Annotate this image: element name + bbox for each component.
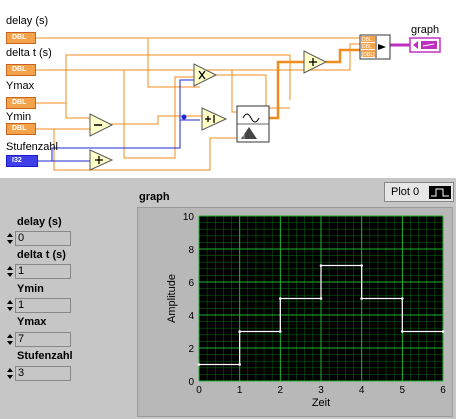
data-point [279, 330, 282, 333]
x-axis-label: Zeit [312, 397, 330, 409]
multiply-node[interactable] [193, 63, 218, 87]
add-node-2[interactable] [303, 50, 328, 74]
svg-text:DBL: DBL [362, 37, 372, 43]
numeric-field[interactable]: 1 [15, 264, 71, 279]
x-tick-label: 5 [400, 385, 406, 396]
control-label-ymin: Ymin [17, 283, 44, 295]
data-point [319, 264, 323, 267]
spin-arrows-icon[interactable] [6, 366, 14, 381]
label-graph-indicator: graph [411, 24, 440, 36]
svg-text:[DBL]: [DBL] [362, 52, 375, 58]
x-tick-label: 1 [237, 385, 243, 396]
y-tick-label: 0 [188, 377, 194, 388]
plot-legend-label: Plot 0 [391, 186, 420, 198]
spin-arrows-icon[interactable] [6, 264, 14, 279]
data-point [238, 330, 241, 333]
y-tick-label: 10 [183, 212, 195, 223]
increment-node[interactable] [201, 107, 228, 131]
data-point [238, 363, 241, 366]
waveform-graph[interactable]: 0 1 2 3 4 5 6 0 2 4 6 8 10 Zeit Amplitude [137, 207, 453, 417]
x-tick-label: 4 [359, 385, 365, 396]
y-tick-label: 2 [188, 344, 194, 355]
data-point [401, 330, 404, 333]
graph-terminal[interactable] [409, 37, 441, 53]
y-tick-label: 6 [188, 278, 194, 289]
spin-arrows-icon[interactable] [6, 298, 14, 313]
data-point [197, 363, 201, 366]
numeric-field[interactable]: 7 [15, 332, 71, 347]
add-node[interactable] [89, 149, 114, 171]
block-diagram: delay (s) DBL delta t (s) DBL Ymax DBL Y… [0, 0, 456, 178]
svg-text:DBL: DBL [362, 44, 372, 50]
numeric-field[interactable]: 0 [15, 231, 71, 246]
x-tick-label: 2 [278, 385, 284, 396]
x-tick-label: 6 [440, 385, 446, 396]
control-label-delta-t: delta t (s) [17, 249, 66, 261]
control-label-ymax: Ymax [17, 316, 47, 328]
bundle-node[interactable]: DBL DBL [DBL] [359, 34, 391, 60]
graph-label: graph [139, 191, 170, 203]
y-axis-label: Amplitude [166, 274, 178, 323]
data-point [401, 297, 404, 300]
waveform-generator-vi[interactable] [236, 105, 270, 143]
data-point [441, 330, 445, 333]
y-tick-label: 8 [188, 245, 194, 256]
x-tick-label: 3 [318, 385, 324, 396]
y-tick-label: 4 [188, 311, 194, 322]
control-label-stufenzahl: Stufenzahl [17, 350, 73, 362]
plot-legend[interactable]: Plot 0 [384, 182, 454, 202]
control-label-delay: delay (s) [17, 216, 62, 228]
block-diagram-nodes: DBL DBL [DBL] [89, 34, 441, 171]
numeric-field[interactable]: 3 [15, 366, 71, 381]
x-tick-label: 0 [196, 385, 202, 396]
data-point [279, 297, 282, 300]
data-point [360, 264, 363, 267]
spin-arrows-icon[interactable] [6, 231, 14, 246]
data-point [360, 297, 363, 300]
plot-line-style-icon[interactable] [429, 186, 451, 199]
data-point [319, 297, 323, 300]
spin-arrows-icon[interactable] [6, 332, 14, 347]
numeric-field[interactable]: 1 [15, 298, 71, 313]
subtract-node[interactable] [89, 113, 114, 137]
